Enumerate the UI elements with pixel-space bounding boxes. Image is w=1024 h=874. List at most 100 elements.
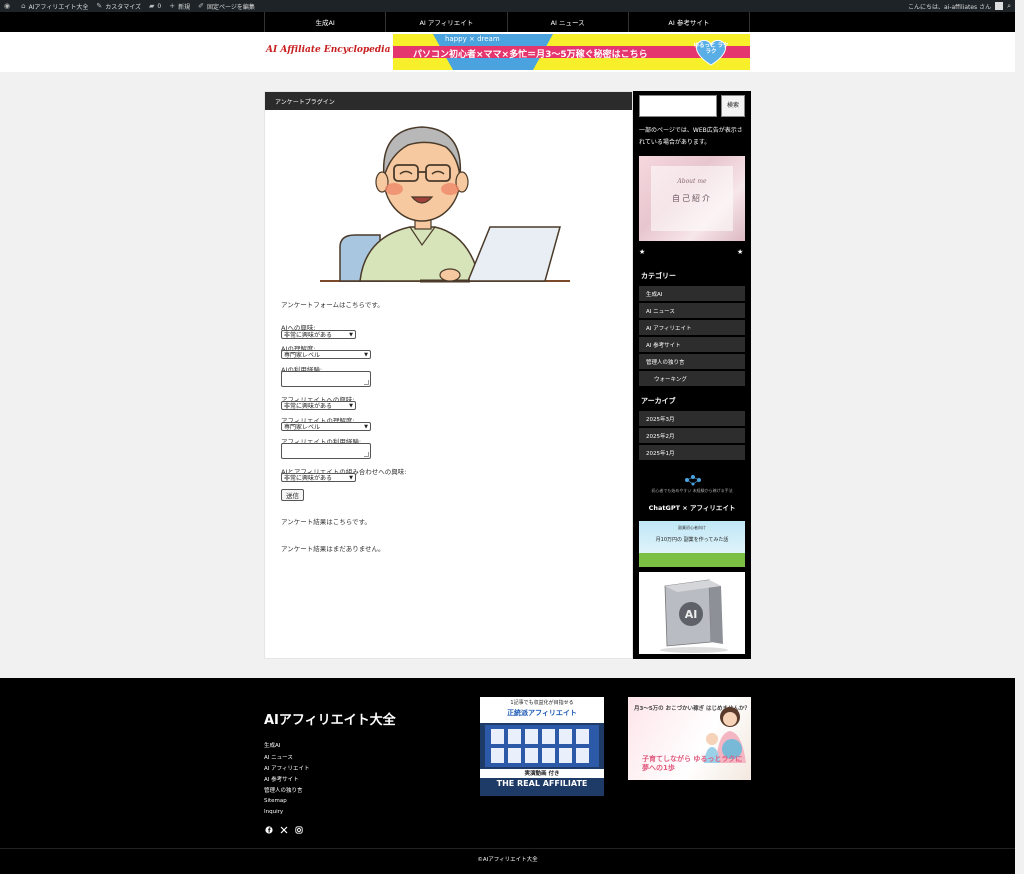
banner-tagline: happy × dream bbox=[445, 35, 500, 43]
archive-2025-01[interactable]: 2025年1月 bbox=[639, 445, 745, 460]
submit-button[interactable]: 送信 bbox=[281, 489, 304, 501]
ai-understanding-select[interactable]: 専門家レベル ▼ bbox=[281, 350, 371, 359]
site-header: AI Affiliate Encyclopedia happy × dream … bbox=[0, 32, 1015, 72]
archive-2025-03[interactable]: 2025年3月 bbox=[639, 411, 745, 426]
category-ai-reference[interactable]: AI 参考サイト bbox=[639, 337, 745, 352]
header-banner-ad[interactable]: happy × dream パソコン初心者×ママ×多忙＝月3～5万稼ぐ秘密はこち… bbox=[393, 34, 750, 70]
categories-title: カテゴリー bbox=[641, 272, 676, 280]
archive-2025-02[interactable]: 2025年2月 bbox=[639, 428, 745, 443]
ai-interest-select[interactable]: 非常に興味がある ▼ bbox=[281, 330, 356, 339]
instagram-icon[interactable] bbox=[295, 826, 303, 834]
side-business-ad[interactable]: 副業初心者向け 月10万円の 副業を作ってみた話 bbox=[639, 521, 745, 567]
nav-item-ai-reference[interactable]: AI 参考サイト bbox=[627, 12, 750, 32]
category-walking[interactable]: ウォーキング bbox=[639, 371, 745, 386]
affiliate-understanding-value: 専門家レベル bbox=[284, 424, 321, 431]
admin-bar-comments[interactable]: ▰ 0 bbox=[149, 2, 161, 10]
home-icon: ⌂ bbox=[21, 2, 26, 10]
chevron-down-icon: ▼ bbox=[364, 351, 368, 358]
facebook-icon[interactable]: f bbox=[265, 826, 273, 834]
category-ai-news[interactable]: AI ニュース bbox=[639, 303, 745, 318]
ai-product-box-ad[interactable]: AI bbox=[639, 572, 745, 654]
footer-link-ai-reference[interactable]: AI 参考サイト bbox=[264, 775, 299, 783]
ai-interest-value: 非常に興味がある bbox=[284, 332, 333, 339]
affiliate-interest-select[interactable]: 非常に興味がある ▼ bbox=[281, 401, 356, 410]
footer-link-ai-news[interactable]: AI ニュース bbox=[264, 753, 293, 761]
ad-notice: 一部のページでは、WEB広告が表示されている場合があります。 bbox=[639, 127, 743, 146]
admin-bar-new-label: 新規 bbox=[178, 3, 191, 11]
admin-bar-customize[interactable]: ✎ カスタマイズ bbox=[96, 2, 141, 11]
admin-bar-edit-page[interactable]: ✐ 固定ページを編集 bbox=[198, 2, 255, 11]
profile-title: 自己紹介 bbox=[672, 194, 712, 203]
survey-intro: アンケートフォームはこちらです。 bbox=[281, 301, 384, 309]
footer-link-inquiry[interactable]: Inquiry bbox=[264, 809, 283, 815]
ad-left-small: 1記事でも収益化が目指せる bbox=[510, 700, 574, 706]
combo-interest-select[interactable]: 非常に興味がある ▼ bbox=[281, 473, 356, 482]
results-heading: アンケート結果はこちらです。 bbox=[281, 518, 371, 526]
profile-banner[interactable]: About me 自己紹介 bbox=[639, 156, 745, 241]
nav-item-ai-news[interactable]: AI ニュース bbox=[506, 12, 628, 32]
chevron-down-icon: ▼ bbox=[349, 331, 353, 338]
footer-link-generative-ai[interactable]: 生成AI bbox=[264, 741, 280, 749]
ad-right-bottom: 子育てしながら ゆるっとラクに 夢への1歩 bbox=[642, 755, 743, 772]
admin-bar-new[interactable]: + 新規 bbox=[169, 2, 190, 11]
combo-interest-value: 非常に興味がある bbox=[284, 475, 333, 482]
admin-bar-greeting[interactable]: こんにちは、ai-affiliates さん bbox=[908, 2, 991, 11]
site-logo[interactable]: AI Affiliate Encyclopedia bbox=[266, 45, 390, 55]
chatgpt-affiliate-ad[interactable]: 初心者でも始めやすい 未経験から稼げる手法 ChatGPT × アフィリエイト bbox=[639, 471, 745, 517]
admin-bar-customize-label: カスタマイズ bbox=[105, 3, 142, 11]
parenting-side-income-ad[interactable]: 月3～5万の おこづかい稼ぎ はじめませんか？ 子育てしながら ゆるっとラクに … bbox=[628, 697, 751, 780]
ad-left-product-grid bbox=[485, 725, 599, 767]
category-ai-affiliate[interactable]: AI アフィリエイト bbox=[639, 320, 745, 335]
svg-text:f: f bbox=[268, 828, 271, 834]
search-icon[interactable]: ⌕ bbox=[1007, 2, 1011, 11]
footer-link-ai-affiliate[interactable]: AI アフィリエイト bbox=[264, 764, 310, 772]
search-button[interactable]: 検索 bbox=[721, 95, 745, 117]
ad-left-header: 1記事でも収益化が目指せる 正統派アフィリエイト bbox=[480, 697, 604, 723]
admin-bar: ◉ ⌂ AIアフィリエイト大全 ✎ カスタマイズ ▰ 0 + 新規 ✐ 固定ページを編集 … bbox=[0, 0, 1015, 12]
chevron-down-icon: ▼ bbox=[349, 402, 353, 409]
avatar[interactable] bbox=[995, 2, 1004, 10]
footer-link-sitemap[interactable]: Sitemap bbox=[264, 798, 287, 804]
admin-bar-comments-count: 0 bbox=[157, 2, 162, 10]
network-icon bbox=[685, 475, 701, 486]
nav-item-generative-ai[interactable]: 生成AI bbox=[264, 12, 385, 32]
profile-script: About me bbox=[677, 178, 707, 185]
results-empty-message: アンケート結果はまだありません。 bbox=[281, 545, 385, 553]
pencil-icon: ✐ bbox=[198, 2, 205, 10]
admin-bar-site-link[interactable]: ⌂ AIアフィリエイト大全 bbox=[21, 2, 88, 11]
search-input[interactable] bbox=[639, 95, 717, 117]
star-icon: ★ bbox=[737, 248, 744, 256]
category-generative-ai[interactable]: 生成AI bbox=[639, 286, 745, 301]
footer-bottom-bar: ©AIアフィリエイト大全 bbox=[0, 848, 1015, 874]
page-scrollbar[interactable] bbox=[1015, 0, 1024, 874]
top-navigation: 生成AI AI アフィリエイト AI ニュース AI 参考サイト bbox=[0, 12, 1015, 32]
svg-text:AI: AI bbox=[685, 608, 698, 621]
footer-site-title[interactable]: AIアフィリエイト大全 bbox=[264, 709, 396, 728]
x-icon[interactable] bbox=[280, 826, 288, 834]
ad-left-video: 実演動画 付き bbox=[480, 769, 604, 778]
banner-badge-text: ゆるっと ラクラク bbox=[693, 43, 729, 55]
brush-icon: ✎ bbox=[96, 2, 103, 10]
affiliate-experience-textarea[interactable] bbox=[281, 443, 371, 459]
ad2-top: 副業初心者向け bbox=[678, 525, 706, 530]
sidebar: 検索 一部のページでは、WEB広告が表示されている場合があります。 About … bbox=[633, 91, 751, 659]
comment-icon: ▰ bbox=[149, 2, 155, 10]
ai-experience-textarea[interactable] bbox=[281, 371, 371, 387]
page-title: アンケートプラグイン bbox=[265, 92, 632, 110]
site-footer: AIアフィリエイト大全 生成AI AI ニュース AI アフィリエイト AI 参… bbox=[0, 678, 1015, 848]
ad-left-brand: THE REAL AFFILIATE bbox=[496, 779, 588, 788]
nav-item-ai-affiliate[interactable]: AI アフィリエイト bbox=[385, 12, 506, 32]
chevron-down-icon: ▼ bbox=[349, 474, 353, 481]
affiliate-understanding-select[interactable]: 専門家レベル ▼ bbox=[281, 422, 371, 431]
footer-link-admin-monologue[interactable]: 管理人の独り言 bbox=[264, 786, 303, 794]
ad2-main: 月10万円の 副業を作ってみた話 bbox=[655, 537, 729, 543]
affiliate-interest-value: 非常に興味がある bbox=[284, 403, 333, 410]
wordpress-logo-icon[interactable]: ◉ bbox=[4, 2, 13, 10]
man-at-laptop-illustration bbox=[320, 126, 570, 283]
archive-title: アーカイブ bbox=[641, 397, 676, 405]
star-icon: ★ bbox=[639, 248, 646, 256]
category-admin-monologue[interactable]: 管理人の独り言 bbox=[639, 354, 745, 369]
real-affiliate-ad[interactable]: 1記事でも収益化が目指せる 正統派アフィリエイト 実演動画 付き THE REA… bbox=[480, 697, 604, 796]
ai-understanding-value: 専門家レベル bbox=[284, 352, 321, 359]
admin-bar-edit-page-label: 固定ページを編集 bbox=[207, 3, 255, 11]
